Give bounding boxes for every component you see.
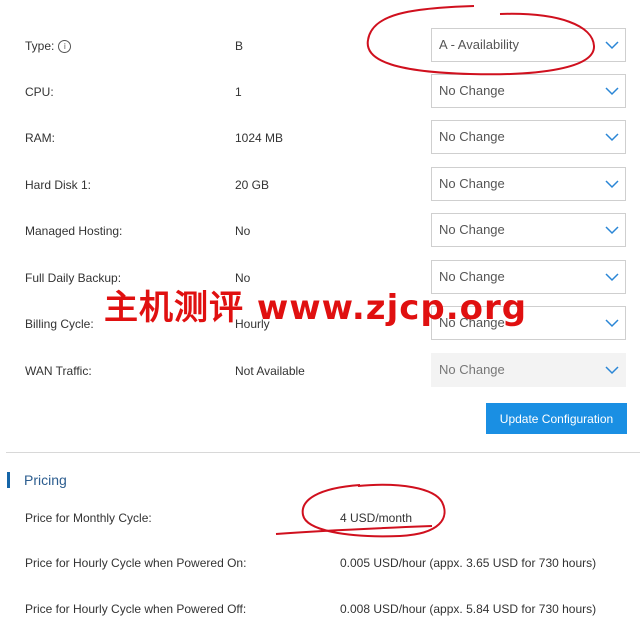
managed-hosting-value: No xyxy=(235,224,251,238)
hard-disk-select[interactable]: No Change xyxy=(431,167,626,201)
section-accent-bar xyxy=(7,472,10,488)
price-row-hourly-on: Price for Hourly Cycle when Powered On: … xyxy=(0,553,640,573)
price-monthly-value: 4 USD/month xyxy=(340,511,413,525)
config-row-type: Type: i B A - Availability xyxy=(0,28,640,64)
type-label: Type: i xyxy=(25,28,72,64)
cpu-label: CPU: xyxy=(25,85,54,99)
config-row-managed-hosting: Managed Hosting: No No Change xyxy=(0,213,640,249)
hard-disk-value: 20 GB xyxy=(235,178,270,192)
price-hourly-off-label: Price for Hourly Cycle when Powered Off: xyxy=(25,602,247,616)
type-value: B xyxy=(235,39,244,53)
chevron-down-icon xyxy=(605,41,619,50)
ram-label: RAM: xyxy=(25,131,55,145)
cpu-select-value: No Change xyxy=(439,83,505,98)
ram-select-value: No Change xyxy=(439,129,505,144)
wan-traffic-label: WAN Traffic: xyxy=(25,364,92,378)
price-monthly-label: Price for Monthly Cycle: xyxy=(25,511,152,525)
section-divider xyxy=(6,452,640,453)
managed-hosting-label: Managed Hosting: xyxy=(25,224,123,238)
wan-traffic-value: Not Available xyxy=(235,364,305,378)
config-row-wan-traffic: WAN Traffic: Not Available No Change xyxy=(0,353,640,389)
chevron-down-icon xyxy=(605,180,619,189)
chevron-down-icon xyxy=(605,273,619,282)
config-row-hard-disk: Hard Disk 1: 20 GB No Change xyxy=(0,167,640,203)
info-icon[interactable]: i xyxy=(58,40,72,54)
hard-disk-select-value: No Change xyxy=(439,176,505,191)
watermark: 主机测评 www.zjcp.org xyxy=(104,288,528,328)
wan-traffic-select-value: No Change xyxy=(439,362,505,377)
hard-disk-label: Hard Disk 1: xyxy=(25,178,92,192)
ram-select[interactable]: No Change xyxy=(431,120,626,154)
price-row-monthly: Price for Monthly Cycle: 4 USD/month xyxy=(0,508,640,528)
wan-traffic-select: No Change xyxy=(431,353,626,387)
config-row-ram: RAM: 1024 MB No Change xyxy=(0,120,640,156)
type-select-value: A - Availability xyxy=(439,37,519,52)
billing-cycle-label: Billing Cycle: xyxy=(25,317,94,331)
chevron-down-icon xyxy=(605,87,619,96)
chevron-down-icon xyxy=(605,319,619,328)
managed-hosting-select[interactable]: No Change xyxy=(431,213,626,247)
pricing-section-title: Pricing xyxy=(24,472,67,488)
type-select[interactable]: A - Availability xyxy=(431,28,626,62)
price-row-hourly-off: Price for Hourly Cycle when Powered Off:… xyxy=(0,599,640,619)
chevron-down-icon xyxy=(605,133,619,142)
ram-value: 1024 MB xyxy=(235,131,284,145)
cpu-value: 1 xyxy=(235,85,242,99)
update-configuration-button[interactable]: Update Configuration xyxy=(486,403,627,434)
config-row-cpu: CPU: 1 No Change xyxy=(0,74,640,110)
price-hourly-on-value: 0.005 USD/hour (appx. 3.65 USD for 730 h… xyxy=(340,556,597,570)
price-hourly-off-value: 0.008 USD/hour (appx. 5.84 USD for 730 h… xyxy=(340,602,597,616)
price-hourly-on-label: Price for Hourly Cycle when Powered On: xyxy=(25,556,247,570)
chevron-down-icon xyxy=(605,366,619,375)
managed-hosting-select-value: No Change xyxy=(439,222,505,237)
cpu-select[interactable]: No Change xyxy=(431,74,626,108)
chevron-down-icon xyxy=(605,226,619,235)
